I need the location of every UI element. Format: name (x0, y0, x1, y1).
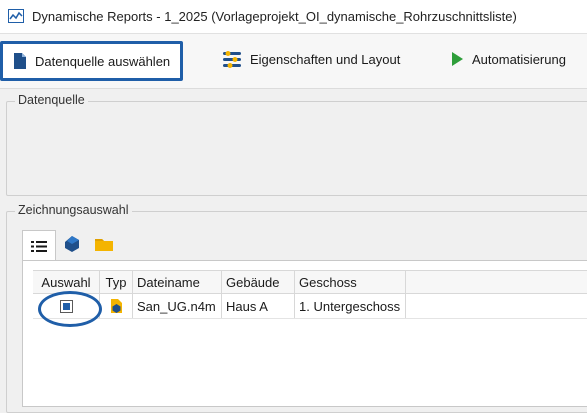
column-header-typ[interactable]: Typ (100, 271, 133, 293)
zeichnungsauswahl-tabs (22, 230, 120, 261)
drawing-file-icon (110, 299, 122, 313)
toolbar: Datenquelle auswählen Eigenschaften und … (0, 34, 587, 89)
tab-list[interactable] (22, 230, 56, 261)
column-header-auswahl[interactable]: Auswahl (33, 271, 100, 293)
datenquelle-legend: Datenquelle (15, 93, 88, 107)
table-header: Auswahl Typ Dateiname Gebäude Geschoss (33, 270, 587, 294)
datenquelle-group: Datenquelle (6, 93, 587, 196)
column-header-filler (406, 271, 587, 293)
play-icon (452, 52, 463, 66)
folder-icon (95, 239, 113, 251)
sliders-icon (223, 51, 241, 68)
cube-icon (65, 236, 79, 252)
tab-folder[interactable] (88, 230, 120, 258)
drawing-table: Auswahl Typ Dateiname Gebäude Geschoss S… (33, 270, 587, 319)
automatisierung-button[interactable]: Automatisierung (440, 42, 576, 76)
auswahl-cell (33, 294, 100, 318)
typ-cell (100, 294, 133, 318)
drawing-list-panel: Auswahl Typ Dateiname Gebäude Geschoss S… (22, 260, 587, 407)
list-icon (31, 240, 47, 252)
button-label: Automatisierung (472, 51, 566, 67)
eigenschaften-layout-button[interactable]: Eigenschaften und Layout (212, 42, 410, 76)
button-label: Datenquelle auswählen (35, 53, 171, 69)
button-label: Eigenschaften und Layout (250, 51, 401, 67)
column-header-gebaeude[interactable]: Gebäude (222, 271, 295, 293)
gebaeude-cell: Haus A (222, 294, 295, 318)
geschoss-cell: 1. Untergeschoss (295, 294, 406, 318)
tab-model[interactable] (56, 230, 88, 258)
column-header-geschoss[interactable]: Geschoss (295, 271, 406, 293)
table-row[interactable]: San_UG.n4m Haus A 1. Untergeschoss (33, 294, 587, 319)
datenquelle-auswaehlen-button[interactable]: Datenquelle auswählen (0, 41, 184, 81)
zeichnungsauswahl-legend: Zeichnungsauswahl (15, 203, 132, 217)
window-title: Dynamische Reports - 1_2025 (Vorlageproj… (32, 9, 517, 24)
column-header-dateiname[interactable]: Dateiname (133, 271, 222, 293)
app-icon (8, 9, 24, 23)
filler-cell (406, 294, 587, 318)
auswahl-checkbox[interactable] (59, 299, 73, 313)
dateiname-cell: San_UG.n4m (133, 294, 222, 318)
title-bar: Dynamische Reports - 1_2025 (Vorlageproj… (0, 0, 587, 34)
document-icon (14, 53, 26, 69)
